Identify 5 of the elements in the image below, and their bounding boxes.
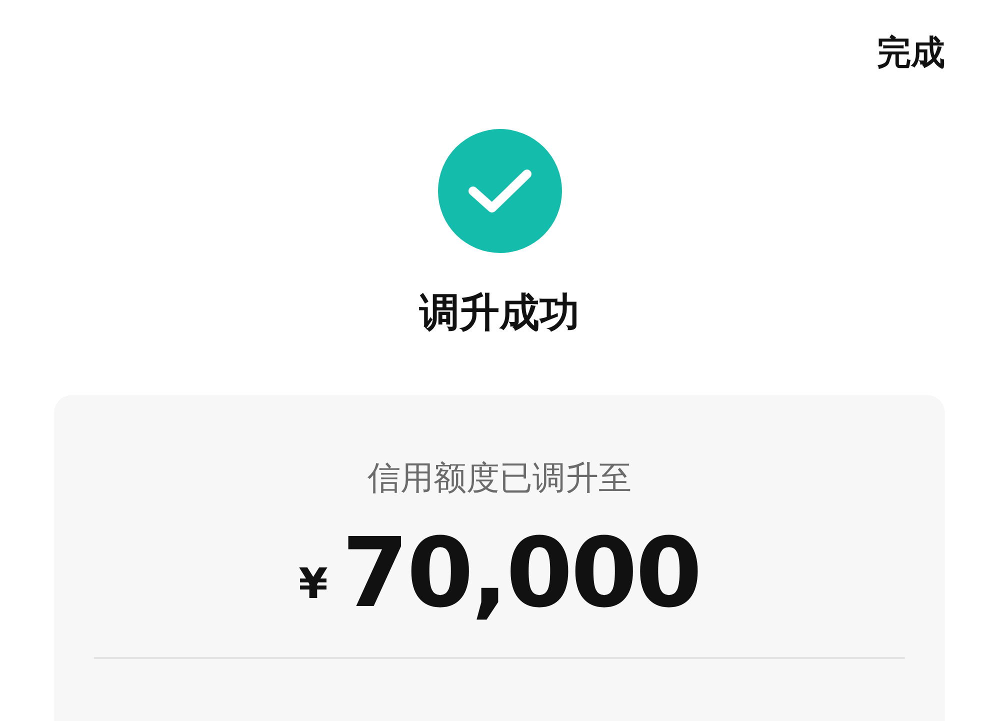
credit-amount: 70,000 xyxy=(342,524,700,620)
currency-symbol: ¥ xyxy=(298,558,328,610)
done-button[interactable]: 完成 xyxy=(877,28,945,79)
credit-label: 信用额度已调升至 xyxy=(368,458,632,497)
status-title: 调升成功 xyxy=(420,290,580,336)
